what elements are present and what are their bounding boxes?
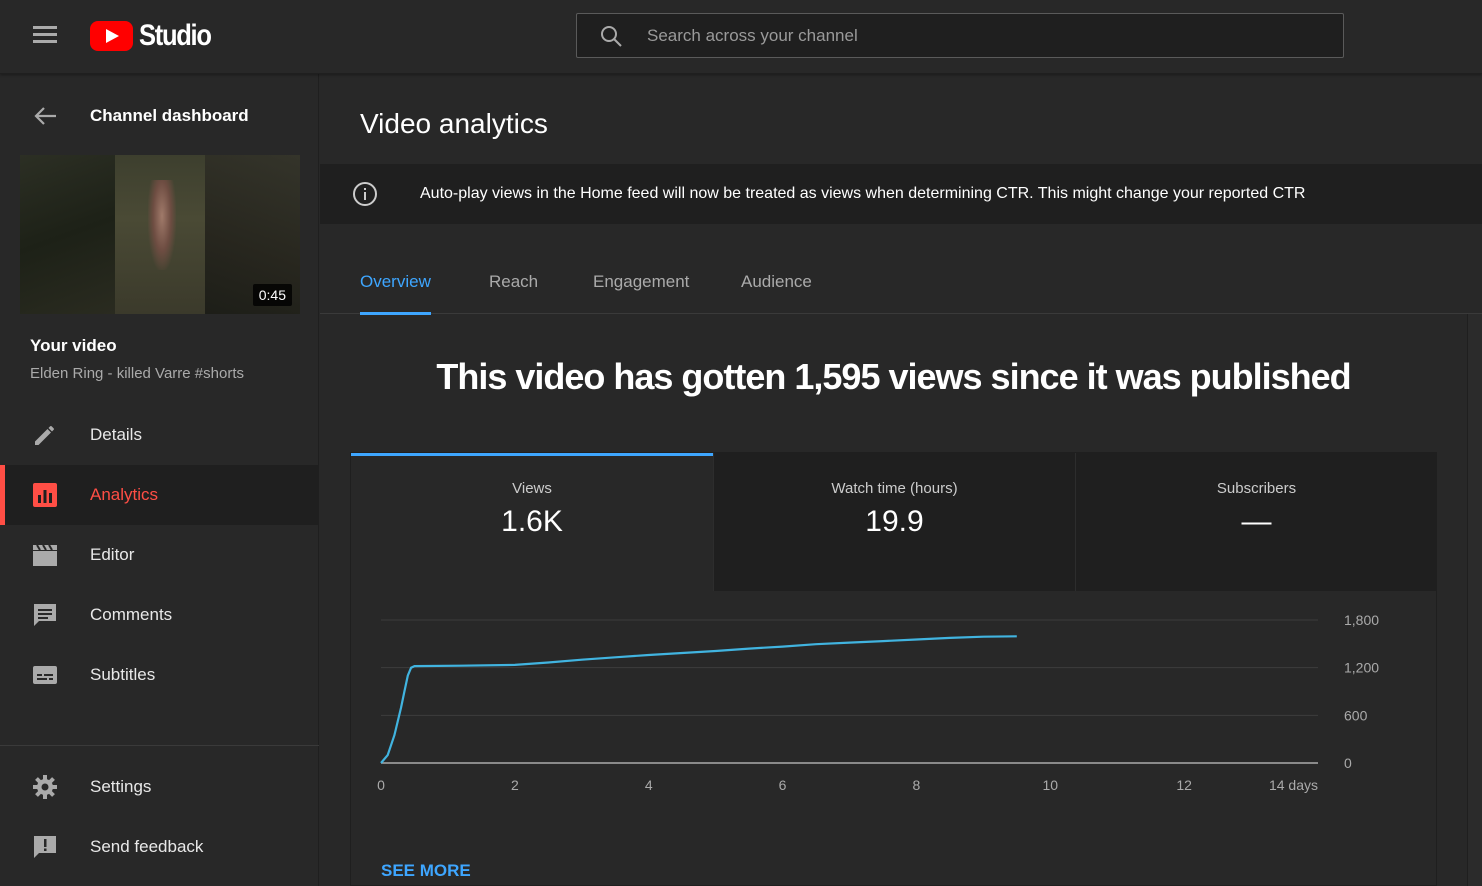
x-tick-label: 10	[1042, 777, 1058, 793]
see-more-link[interactable]: SEE MORE	[381, 861, 471, 881]
sidebar-item-label: Analytics	[90, 485, 159, 504]
main-content: Video analytics Auto-play views in the H…	[320, 74, 1482, 886]
your-video-label: Your video	[30, 336, 117, 355]
analytics-icon	[33, 483, 57, 507]
video-thumbnail[interactable]: 0:45	[20, 155, 300, 314]
x-tick-label: 6	[779, 777, 787, 793]
sidebar: Channel dashboard 0:45 Your video Elden …	[0, 74, 319, 886]
top-app-bar: Studio	[0, 0, 1482, 74]
comment-icon	[34, 604, 56, 626]
hamburger-menu-icon[interactable]	[28, 22, 62, 48]
sidebar-item-settings[interactable]: Settings	[0, 757, 319, 817]
youtube-play-logo-icon	[90, 21, 133, 51]
page-title: Video analytics	[360, 108, 548, 139]
sidebar-item-label: Subtitles	[90, 665, 156, 684]
tab-reach[interactable]: Reach	[489, 272, 538, 314]
back-arrow-icon	[34, 107, 56, 125]
metric-label: Watch time (hours)	[831, 480, 958, 497]
video-duration: 0:45	[252, 284, 292, 306]
logo-text: Studio	[139, 19, 212, 52]
sidebar-item-comments[interactable]: Comments	[0, 585, 319, 645]
x-tick-label: 4	[645, 777, 653, 793]
clapperboard-icon	[33, 544, 57, 566]
scrollbar[interactable]	[1467, 314, 1482, 886]
tab-audience[interactable]: Audience	[741, 272, 812, 314]
metric-tab-subscribers[interactable]: Subscribers —	[1075, 453, 1437, 591]
y-tick-label: 1,200	[1344, 660, 1379, 676]
metric-label: Subscribers	[1216, 480, 1297, 497]
x-tick-label: 8	[913, 777, 921, 793]
sidebar-item-label: Send feedback	[90, 837, 204, 856]
views-series-line	[380, 635, 1017, 764]
x-tick-label: 0	[377, 777, 385, 793]
info-banner: Auto-play views in the Home feed will no…	[320, 164, 1482, 224]
sidebar-divider	[0, 745, 319, 746]
sidebar-item-send-feedback[interactable]: Send feedback	[0, 817, 319, 877]
y-tick-label: 600	[1344, 707, 1368, 723]
sidebar-nav: Details Analytics Editor Comments Subtit…	[0, 405, 319, 705]
views-headline: This video has gotten 1,595 views since …	[436, 356, 1351, 397]
sidebar-item-details[interactable]: Details	[0, 405, 319, 465]
x-tick-label: 12	[1176, 777, 1192, 793]
views-line-chart: 0 600 1,200 1,800 0 2 4 6 8 10 12 14 days	[377, 612, 1379, 793]
search-icon[interactable]	[599, 24, 623, 48]
video-title: Elden Ring - killed Varre #shorts	[30, 365, 244, 382]
sidebar-item-subtitles[interactable]: Subtitles	[0, 645, 319, 705]
metric-tab-watch-time[interactable]: Watch time (hours) 19.9	[713, 453, 1075, 591]
metric-value: 1.6K	[501, 505, 563, 538]
x-tick-label: 2	[511, 777, 519, 793]
tab-engagement[interactable]: Engagement	[593, 272, 689, 314]
sidebar-bottom-nav: Settings Send feedback	[0, 757, 319, 877]
pencil-icon	[35, 426, 54, 445]
sidebar-item-label: Editor	[90, 545, 135, 564]
channel-dashboard-label: Channel dashboard	[90, 106, 249, 125]
sidebar-item-analytics[interactable]: Analytics	[0, 465, 319, 525]
subtitles-icon	[33, 666, 57, 684]
banner-text: Auto-play views in the Home feed will no…	[420, 185, 1306, 202]
sidebar-item-editor[interactable]: Editor	[0, 525, 319, 585]
x-tick-label: 14 days	[1269, 777, 1318, 793]
search-input[interactable]	[647, 14, 1327, 57]
sidebar-item-label: Comments	[90, 605, 173, 624]
info-icon	[353, 182, 377, 206]
feedback-icon	[34, 836, 56, 858]
metric-value: —	[1241, 505, 1272, 538]
channel-dashboard-back-link[interactable]: Channel dashboard	[0, 94, 319, 138]
gear-icon	[33, 775, 57, 799]
sidebar-item-label: Settings	[90, 777, 152, 796]
y-tick-label: 1,800	[1344, 612, 1379, 628]
search-box[interactable]	[576, 13, 1344, 58]
youtube-studio-logo[interactable]: Studio	[90, 18, 223, 54]
sidebar-item-label: Details	[90, 425, 142, 444]
analytics-tabs: Overview Reach Engagement Audience	[320, 264, 1482, 315]
metric-label: Views	[512, 480, 552, 497]
tab-overview[interactable]: Overview	[360, 272, 431, 315]
metric-tab-views[interactable]: Views 1.6K	[351, 453, 713, 591]
metric-value: 19.9	[865, 505, 924, 538]
y-tick-label: 0	[1344, 755, 1352, 771]
overview-card: Views 1.6K Watch time (hours) 19.9 Subsc…	[350, 452, 1437, 886]
